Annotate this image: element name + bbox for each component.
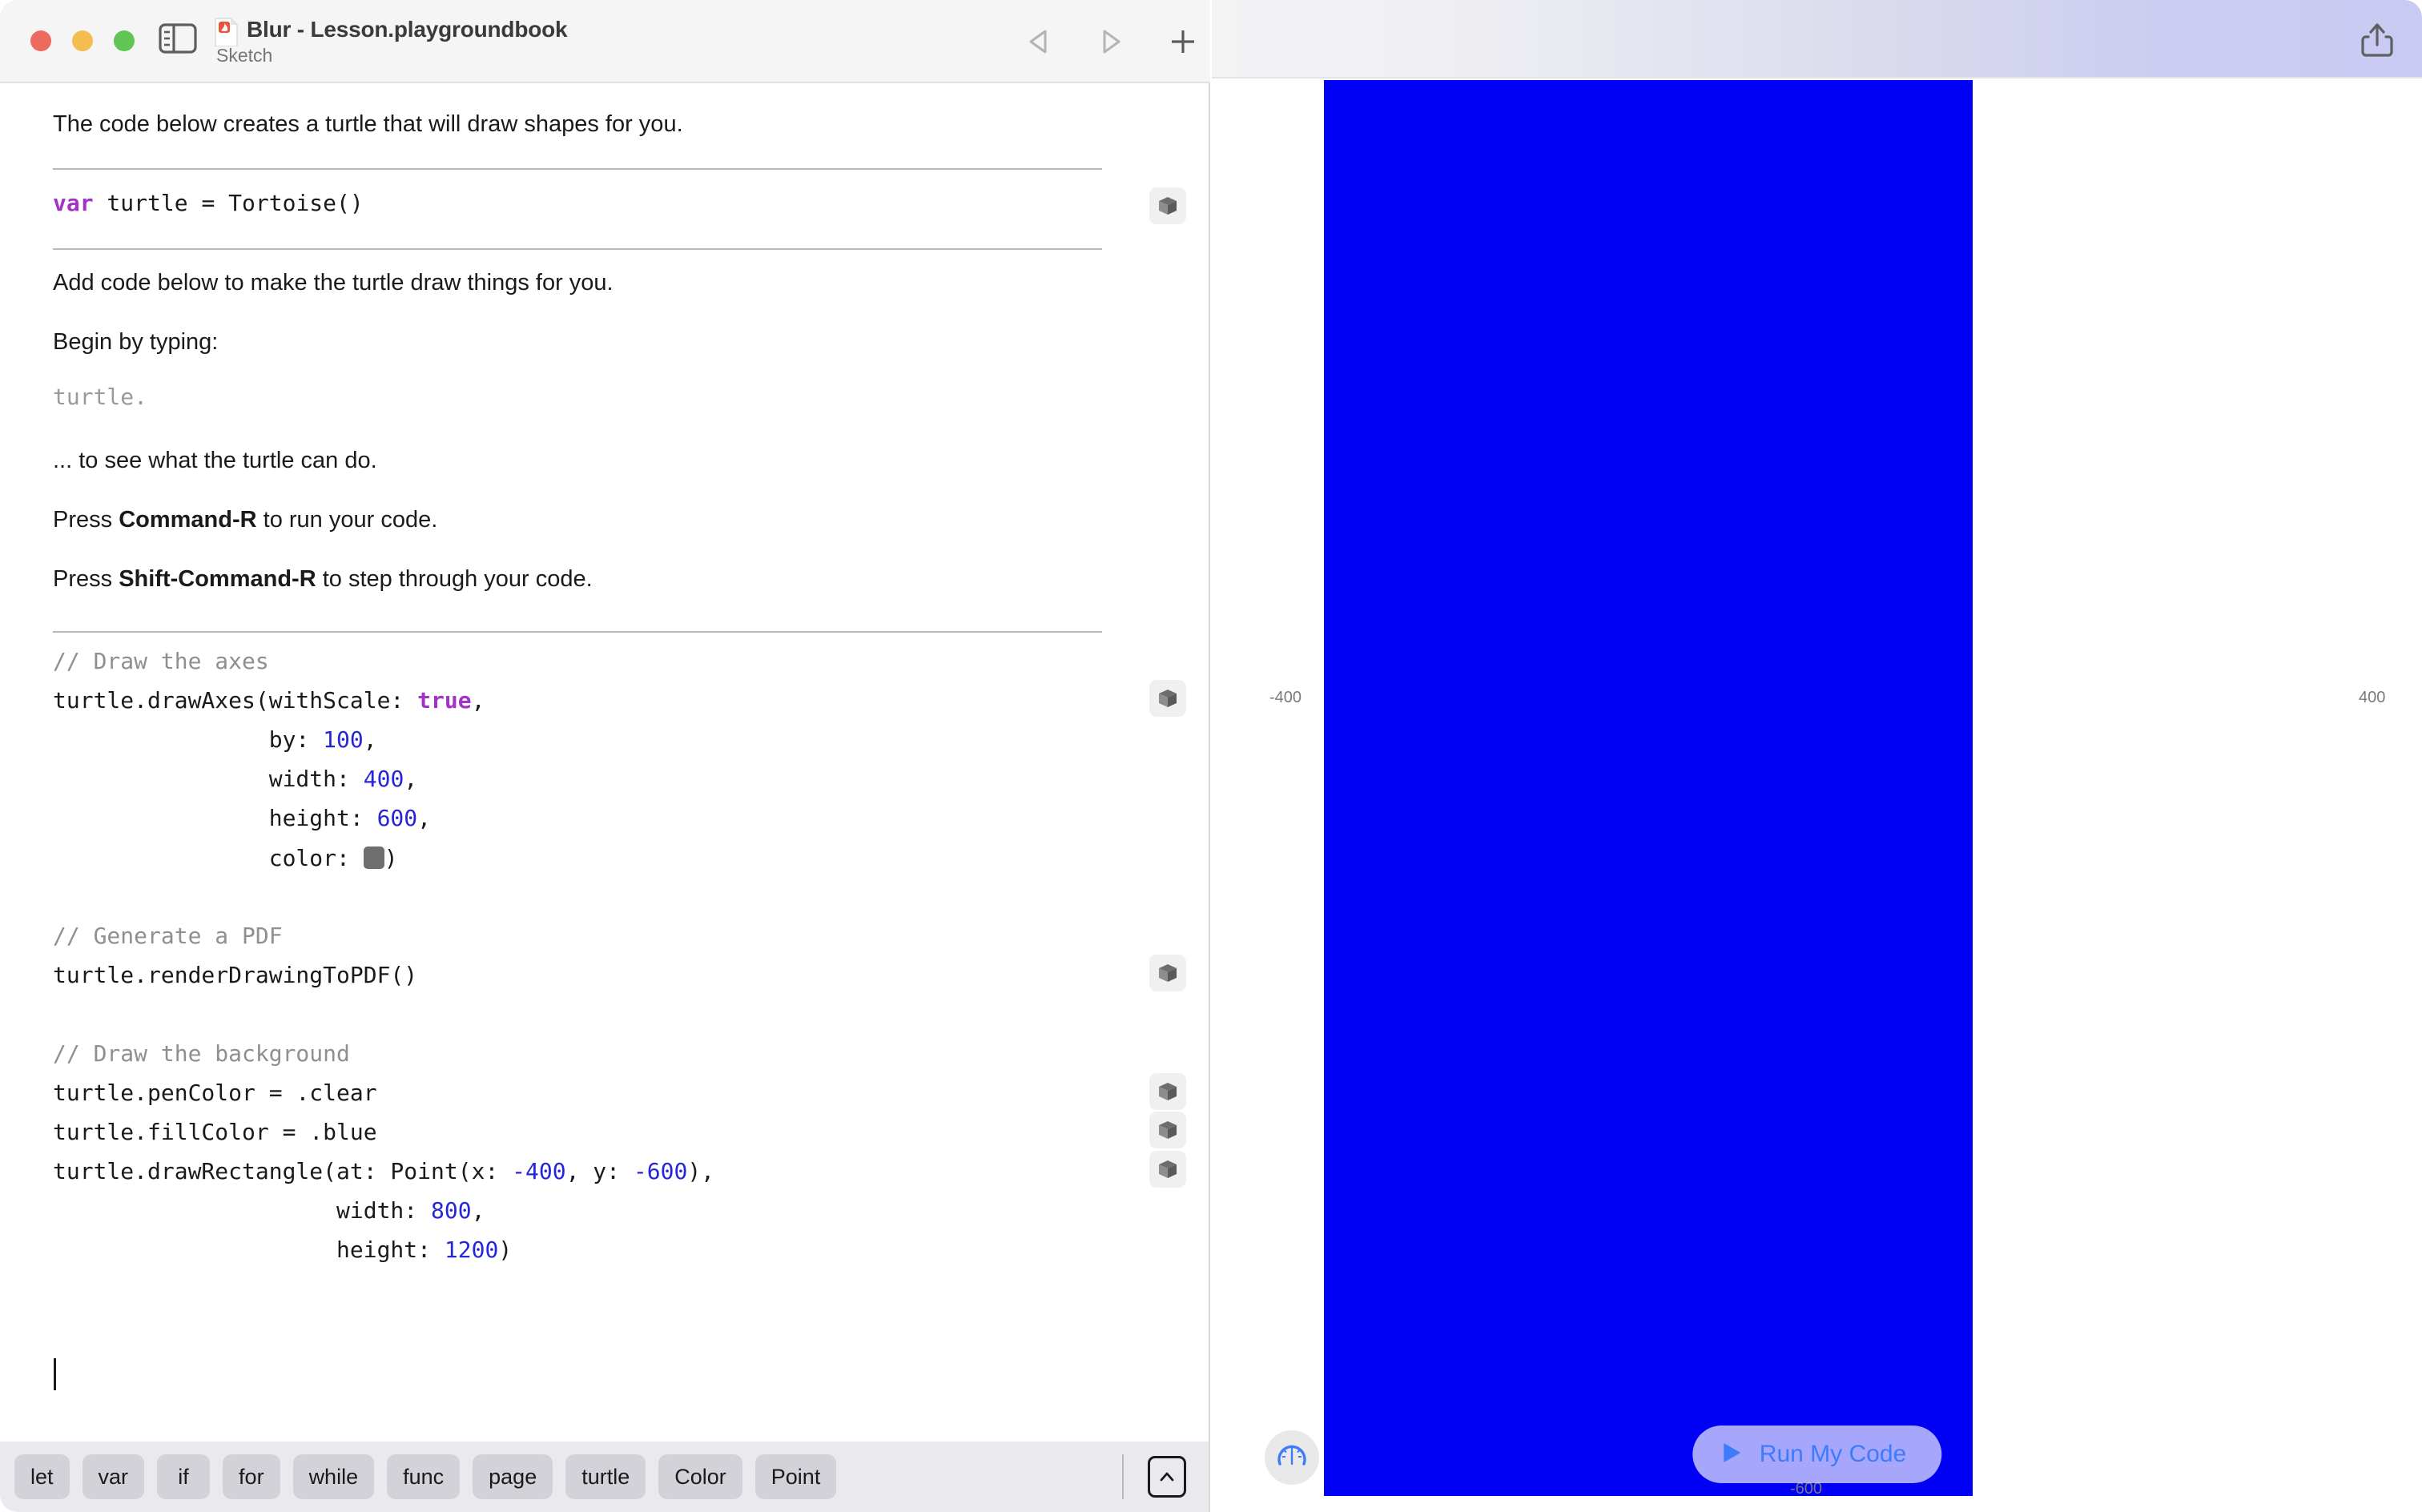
playground-document[interactable]: The code below creates a turtle that wil… [0,83,1209,1442]
keyword-var: var [53,190,94,216]
code-line-declaration[interactable]: var turtle = Tortoise() [53,192,364,215]
drawn-rectangle [1324,80,1973,1496]
swift-file-icon [215,18,239,47]
keyword-chip-if[interactable]: if [157,1454,211,1499]
forward-triangle-icon[interactable] [1093,24,1129,59]
code-line-draw-rectangle[interactable]: turtle.drawRectangle(at: Point(x: -400, … [53,1160,714,1183]
keyword-chip-for[interactable]: for [223,1454,280,1499]
value-pen-color: .clear [296,1080,377,1106]
prose-suffix: to run your code. [256,507,438,533]
back-triangle-icon[interactable] [1021,24,1056,59]
run-my-code-label: Run My Code [1759,1441,1907,1467]
value-height: 600 [376,805,418,831]
keyword-chip-var[interactable]: var [82,1454,145,1499]
window-titlebar: Blur - Lesson.playgroundbook Sketch [0,0,1210,83]
code-line-by[interactable]: by: 100, [53,729,377,751]
prose-prefix: Press [53,507,119,533]
text-cursor [54,1358,56,1390]
close-button[interactable] [30,30,51,51]
divider [53,168,1102,170]
prose-suffix: to step through your code. [316,566,593,592]
run-my-code-button[interactable]: Run My Code [1692,1426,1942,1483]
value-rect-y: -600 [633,1158,688,1184]
value-history-cube-icon[interactable] [1149,187,1186,224]
code-placeholder-turtle[interactable]: turtle. [53,386,147,408]
value-by: 100 [323,726,364,753]
code-line-height[interactable]: height: 600, [53,807,431,830]
value-history-cube-icon[interactable] [1149,1112,1186,1148]
code-line-pen-color[interactable]: turtle.penColor = .clear [53,1082,377,1104]
code-line-rect-height[interactable]: height: 1200) [53,1239,512,1261]
keyword-chip-page[interactable]: page [473,1454,553,1499]
code-comment-draw-background[interactable]: // Draw the background [53,1043,350,1065]
value-rect-x: -400 [512,1158,566,1184]
prose-press-shift-command-r: Press Shift-Command-R to step through yo… [53,564,593,594]
prose-see-what: ... to see what the turtle can do. [53,448,377,473]
live-view-toolbar [1212,0,2422,78]
playgrounds-window: Blur - Lesson.playgroundbook Sketch The … [0,0,2422,1512]
prose-intro: The code below creates a turtle that wil… [53,111,683,137]
axis-label-x-min: -400 [1269,689,1302,706]
traffic-light-controls [30,30,135,51]
value-width: 400 [363,766,404,792]
plus-icon[interactable] [1165,24,1201,59]
keyword-chip-point[interactable]: Point [754,1454,837,1499]
prose-press-command-r: Press Command-R to run your code. [53,505,437,535]
zoom-button[interactable] [114,30,135,51]
value-history-cube-icon[interactable] [1149,1073,1186,1110]
chevron-up-in-box-icon[interactable] [1148,1456,1186,1498]
code-line-draw-axes[interactable]: turtle.drawAxes(withScale: true, [53,690,485,712]
code-line-fill-color[interactable]: turtle.fillColor = .blue [53,1121,377,1144]
turtle-canvas[interactable]: -400 400 -600 Run My Code [1212,80,2422,1512]
keyword-chip-let[interactable]: let [14,1454,70,1499]
code-keyword-toolbar: let var if for while func page turtle Co… [0,1442,1209,1512]
keyword-chip-color[interactable]: Color [658,1454,742,1499]
navigation-controls [1021,24,1201,59]
document-subtitle: Sketch [216,45,273,66]
keyword-chip-while[interactable]: while [292,1454,375,1499]
document-title: Blur - Lesson.playgroundbook [247,17,568,42]
literal-true: true [417,687,472,714]
toolbar-divider [1122,1454,1124,1499]
axis-label-x-max: 400 [2359,689,2386,706]
divider [53,248,1102,250]
code-line-render-pdf[interactable]: turtle.renderDrawingToPDF() [53,964,417,987]
color-swatch[interactable] [363,846,384,869]
live-view-pane: -400 400 -600 Run My Code [1212,0,2422,1512]
share-icon[interactable] [2356,19,2398,61]
play-triangle-icon [1720,1440,1744,1470]
editor-pane: Blur - Lesson.playgroundbook Sketch The … [0,0,1210,1512]
speed-gauge-icon[interactable] [1265,1430,1319,1485]
minimize-button[interactable] [72,30,93,51]
divider [53,631,1102,633]
keyword-chip-func[interactable]: func [387,1454,461,1499]
prose-prefix: Press [53,566,119,592]
code-comment-generate-pdf[interactable]: // Generate a PDF [53,925,283,947]
shortcut-command-r: Command-R [119,507,257,533]
value-fill-color: .blue [309,1119,377,1145]
value-history-cube-icon[interactable] [1149,1151,1186,1188]
value-rect-height: 1200 [444,1237,499,1263]
value-history-cube-icon[interactable] [1149,680,1186,717]
code-line-color[interactable]: color: ) [53,846,398,870]
code-comment-draw-axes[interactable]: // Draw the axes [53,650,269,673]
keyword-chip-turtle[interactable]: turtle [565,1454,646,1499]
value-history-cube-icon[interactable] [1149,955,1186,991]
sidebar-toggle-icon[interactable] [159,22,197,54]
prose-begin-typing: Begin by typing: [53,329,219,355]
value-rect-width: 800 [431,1197,472,1224]
code-line-width[interactable]: width: 400, [53,768,417,790]
prose-add-code: Add code below to make the turtle draw t… [53,270,614,296]
shortcut-shift-command-r: Shift-Command-R [119,566,316,592]
code-line-rect-width[interactable]: width: 800, [53,1200,485,1222]
